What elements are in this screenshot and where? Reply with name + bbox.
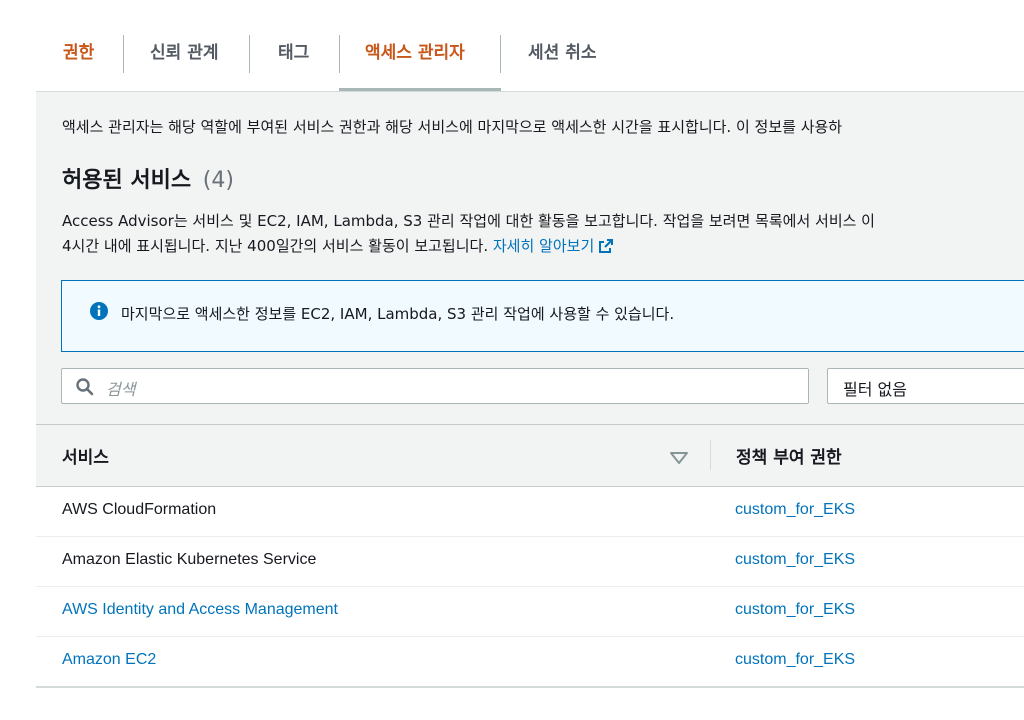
table-row: Amazon Elastic Kubernetes Service custom… (36, 537, 1024, 587)
active-tab-underline (339, 88, 501, 91)
column-divider (710, 440, 711, 470)
filter-selected-value: 필터 없음 (843, 380, 907, 399)
sort-descending-icon[interactable] (670, 449, 688, 468)
tab-divider (123, 35, 124, 73)
access-advisor-panel: 액세스 관리자는 해당 역할에 부여된 서비스 권한과 해당 서비스에 마지막으… (36, 92, 1024, 487)
tab-tags[interactable]: 태그 (278, 34, 309, 74)
tab-bar: 권한 신뢰 관계 태그 액세스 관리자 세션 취소 (36, 0, 1024, 92)
column-header-service[interactable]: 서비스 (62, 443, 109, 468)
external-link-icon (598, 237, 614, 262)
section-description: Access Advisor는 서비스 및 EC2, IAM, Lambda, … (62, 209, 875, 262)
filter-select[interactable]: 필터 없음 (827, 368, 1024, 404)
description-line-2: 4시간 내에 표시됩니다. 지난 400일간의 서비스 활동이 보고됩니다. 자… (62, 234, 875, 262)
tab-trust-relationships[interactable]: 신뢰 관계 (150, 34, 218, 74)
service-name: Amazon Elastic Kubernetes Service (62, 551, 317, 568)
policy-link[interactable]: custom_for_EKS (735, 601, 855, 619)
service-name: AWS CloudFormation (62, 501, 217, 518)
tab-access-advisor[interactable]: 액세스 관리자 (365, 34, 465, 74)
description-line-2-text: 4시간 내에 표시됩니다. 지난 400일간의 서비스 활동이 보고됩니다. (62, 237, 489, 255)
learn-more-label: 자세히 알아보기 (492, 237, 595, 255)
policy-link[interactable]: custom_for_EKS (735, 651, 855, 669)
search-icon (75, 377, 95, 401)
table-row: AWS CloudFormation custom_for_EKS (36, 487, 1024, 537)
tab-permissions[interactable]: 권한 (63, 34, 94, 74)
table-header: 서비스 정책 부여 권한 (36, 424, 1024, 487)
intro-text: 액세스 관리자는 해당 역할에 부여된 서비스 권한과 해당 서비스에 마지막으… (62, 118, 843, 136)
service-link[interactable]: AWS Identity and Access Management (62, 601, 338, 619)
table-row: Amazon EC2 custom_for_EKS (36, 637, 1024, 687)
table-bottom-border (36, 686, 1024, 688)
table-row: AWS Identity and Access Management custo… (36, 587, 1024, 637)
search-input[interactable]: 검색 (61, 368, 809, 404)
info-alert: 마지막으로 액세스한 정보를 EC2, IAM, Lambda, S3 관리 작… (61, 280, 1024, 352)
tab-divider (339, 35, 340, 73)
tab-divider (500, 35, 501, 73)
policy-link[interactable]: custom_for_EKS (735, 501, 855, 519)
description-line-1: Access Advisor는 서비스 및 EC2, IAM, Lambda, … (62, 212, 875, 230)
policy-link[interactable]: custom_for_EKS (735, 551, 855, 569)
column-header-policy[interactable]: 정책 부여 권한 (736, 443, 842, 468)
learn-more-link[interactable]: 자세히 알아보기 (493, 237, 614, 255)
info-icon (89, 301, 109, 325)
search-placeholder: 검색 (106, 380, 136, 399)
tab-revoke-sessions[interactable]: 세션 취소 (528, 34, 596, 74)
service-link[interactable]: Amazon EC2 (62, 651, 156, 669)
section-heading: 허용된 서비스 (4) (62, 162, 234, 194)
service-count: (4) (202, 168, 234, 193)
info-alert-text: 마지막으로 액세스한 정보를 EC2, IAM, Lambda, S3 관리 작… (121, 305, 675, 323)
tab-divider (249, 35, 250, 73)
section-title: 허용된 서비스 (62, 168, 192, 193)
